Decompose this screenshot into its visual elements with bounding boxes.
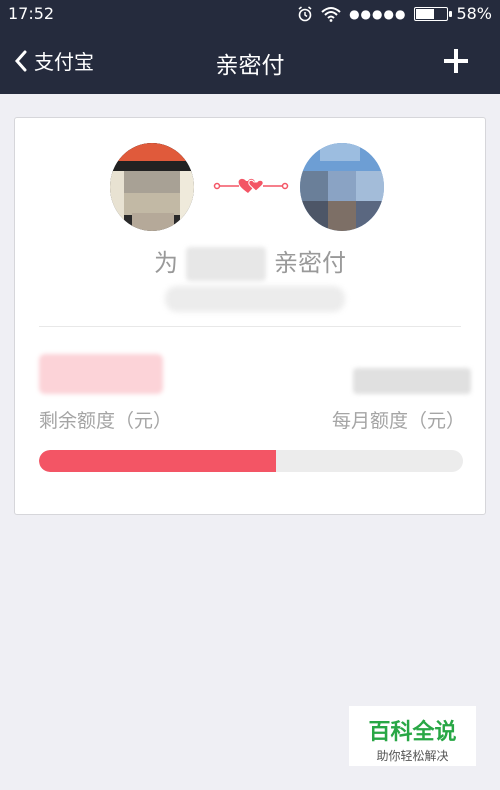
redacted-account [165, 286, 345, 312]
redacted-name [186, 247, 266, 281]
divider [39, 326, 461, 327]
status-time: 17:52 [8, 4, 55, 23]
subtitle-prefix: 为 [154, 249, 178, 277]
avatar-partner [300, 143, 384, 231]
page-title: 亲密付 [215, 53, 285, 79]
watermark-subtitle: 助你轻松解决 [376, 749, 449, 763]
alarm-icon [298, 5, 312, 21]
remaining-amount-redacted [39, 354, 163, 394]
quota-progress-bar [39, 450, 463, 472]
battery-percent: 58% [456, 4, 492, 23]
intimate-pay-subtitle: 为 亲密付 [15, 243, 485, 281]
monthly-amount-redacted [353, 368, 471, 394]
nav-bar: 支付宝 亲密付 [0, 28, 500, 94]
intimate-pay-card[interactable]: 为 亲密付 剩余额度（元） 每月额度（元） [14, 117, 486, 515]
quota-progress-fill [39, 450, 277, 472]
avatar-self [110, 143, 194, 231]
heart-connector-icon [213, 178, 289, 193]
plus-icon[interactable] [443, 48, 469, 74]
monthly-label: 每月额度（元） [331, 410, 465, 432]
battery-icon [414, 6, 453, 21]
watermark-title: 百科全说 [368, 720, 457, 745]
subtitle-suffix: 亲密付 [274, 249, 346, 277]
wifi-icon [321, 6, 341, 22]
signal-dots: ●●●●● [349, 6, 407, 21]
status-icons: ●●●●● 58% [297, 4, 492, 23]
status-bar: 17:52 ●●●●● 58% [0, 0, 500, 28]
watermark-logo: 百科全说 助你轻松解决 [349, 706, 476, 766]
remaining-label: 剩余额度（元） [39, 410, 173, 432]
